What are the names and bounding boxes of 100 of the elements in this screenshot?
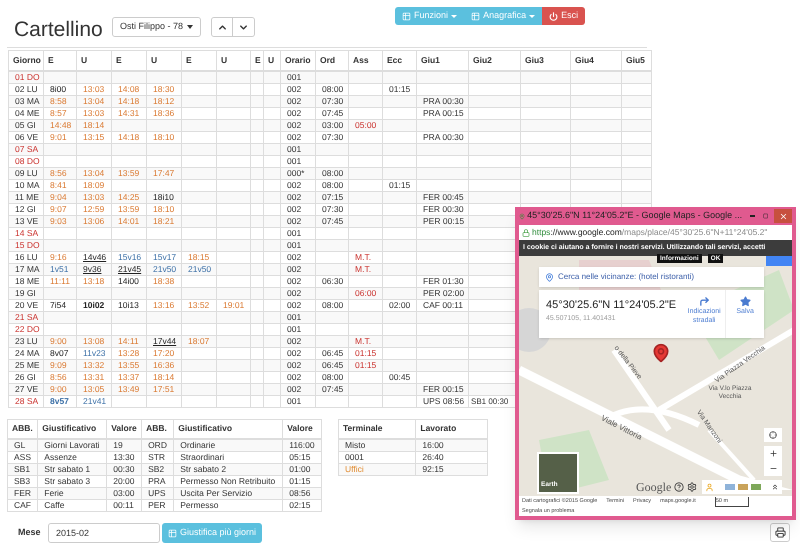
day-label: 17 MA xyxy=(15,264,40,274)
table-cell: PER xyxy=(148,500,166,510)
maximize-icon[interactable] xyxy=(762,212,768,220)
table-cell: 01:15 xyxy=(289,476,311,486)
table-cell: 01:00 xyxy=(289,464,311,474)
table-cell: M.T. xyxy=(355,336,372,346)
table-cell: SB3 xyxy=(14,476,30,486)
help-icon[interactable] xyxy=(674,482,684,492)
table-cell: 06:00 xyxy=(355,288,376,298)
table-cell: 002 xyxy=(287,120,302,130)
table-cell: Str sabato 3 xyxy=(44,476,90,486)
expand-icon[interactable] xyxy=(771,483,779,491)
punch-time: 13:52 xyxy=(188,300,210,310)
punch-time: 17:47 xyxy=(153,168,174,178)
day-label: 06 VE xyxy=(15,132,38,142)
table-cell: UPS 08:56 xyxy=(423,396,464,406)
address-bar[interactable]: https://www.google.com/maps/place/45°30'25.6"N+11°24'05.2" xyxy=(519,225,792,240)
punch-time: 18:36 xyxy=(153,108,174,118)
settings-icon[interactable] xyxy=(687,482,697,492)
column-header: ABB. xyxy=(146,423,167,434)
nearby-link[interactable]: Cerca nelle vicinanze: (hotel ristoranti) xyxy=(558,271,694,283)
lock-icon xyxy=(522,228,530,236)
previous-button[interactable] xyxy=(211,17,234,37)
table-cell: FER 00:45 xyxy=(423,192,464,202)
close-button[interactable] xyxy=(774,209,792,223)
url-host: ://www.google.com xyxy=(550,226,622,239)
punch-time: 13:31 xyxy=(83,372,104,382)
day-label: 03 MA xyxy=(15,96,40,106)
caret-icon xyxy=(187,25,194,29)
punch-time: 9:09 xyxy=(50,360,67,370)
table-cell: 05:15 xyxy=(289,452,311,462)
table-cell: UPS xyxy=(148,488,166,498)
month-input[interactable]: 2015-02 xyxy=(48,523,160,543)
table-cell: 13:30 xyxy=(113,452,134,462)
table-cell: 002 xyxy=(287,276,302,286)
punch-time: 13:55 xyxy=(118,360,140,370)
punch-time: 15v17 xyxy=(153,252,176,262)
punch-time: 14:08 xyxy=(118,84,140,94)
day-label: 11 ME xyxy=(15,192,39,202)
exit-button[interactable]: Esci xyxy=(542,7,586,25)
day-label: 08 DO xyxy=(15,156,40,166)
table-cell: 002 xyxy=(287,216,302,226)
next-button[interactable] xyxy=(233,17,256,37)
table-cell: 002 xyxy=(287,180,302,190)
punch-time: 8v57 xyxy=(50,396,69,406)
column-header: Orario xyxy=(285,54,311,65)
punch-time: 9:00 xyxy=(50,384,67,394)
punch-time: 21v45 xyxy=(118,264,142,274)
table-cell: Ordinarie xyxy=(180,440,216,450)
pin-icon xyxy=(545,272,554,282)
table-cell: 01:15 xyxy=(389,84,410,94)
nearby-card[interactable]: Cerca nelle vicinanze: (hotel ristoranti) xyxy=(539,267,764,287)
table-cell: 06:45 xyxy=(322,348,344,358)
punch-time: 14:48 xyxy=(50,120,72,130)
punch-time: 13:49 xyxy=(118,384,140,394)
table-cell: 06:30 xyxy=(322,276,344,286)
punch-time: 13:04 xyxy=(83,168,104,178)
table-cell: 0001 xyxy=(345,452,364,462)
print-button[interactable] xyxy=(770,523,790,542)
table-cell: 00:11 xyxy=(113,500,134,510)
punch-time: 14:01 xyxy=(118,216,140,226)
table-cell: 07:30 xyxy=(322,204,344,214)
punch-time: 18:14 xyxy=(83,120,104,130)
column-header: Giorno xyxy=(13,54,41,65)
column-header: U xyxy=(221,54,228,65)
caret-icon xyxy=(451,14,458,18)
table-cell: 002 xyxy=(287,252,302,262)
table-cell: Uffici xyxy=(345,464,364,474)
table-cell: 002 xyxy=(287,192,302,202)
table-cell: CAF xyxy=(14,500,31,510)
table-cell: 07:45 xyxy=(322,384,344,394)
punch-time: 9:04 xyxy=(50,192,67,202)
punch-time: 14:31 xyxy=(118,108,140,118)
punch-time: 1v51 xyxy=(50,264,68,274)
punch-time: 18i10 xyxy=(153,192,174,202)
table-cell: ORD xyxy=(148,440,167,450)
table-cell: 002 xyxy=(287,288,302,298)
table-cell: FER 01:30 xyxy=(423,276,464,286)
punch-time: 10i13 xyxy=(118,300,139,310)
table-cell: 001 xyxy=(287,156,302,166)
close-icon xyxy=(778,212,788,220)
table-cell: 116:00 xyxy=(289,440,315,450)
employee-dropdown[interactable]: Osti Filippo - 78 xyxy=(112,17,202,37)
table-cell: 08:00 xyxy=(322,372,344,382)
punch-time: 21v50 xyxy=(188,264,212,274)
punch-time: 11:11 xyxy=(50,276,70,286)
table-cell: FER xyxy=(14,488,31,498)
table-cell: 08:56 xyxy=(289,488,311,498)
punch-time: 13:06 xyxy=(83,216,104,226)
punch-time: 8:56 xyxy=(50,168,67,178)
table-cell: 002 xyxy=(287,372,302,382)
table-cell: 07:45 xyxy=(322,216,344,226)
power-icon xyxy=(549,12,558,20)
punch-time: 11v23 xyxy=(83,348,106,358)
table-cell: Misto xyxy=(345,440,366,450)
day-label: 09 LU xyxy=(15,168,38,178)
table-cell: Permesso Non Retribuito xyxy=(180,476,276,486)
location-button[interactable] xyxy=(764,428,782,442)
column-header: ABB. xyxy=(12,423,33,434)
column-header: Giu5 xyxy=(626,54,645,65)
